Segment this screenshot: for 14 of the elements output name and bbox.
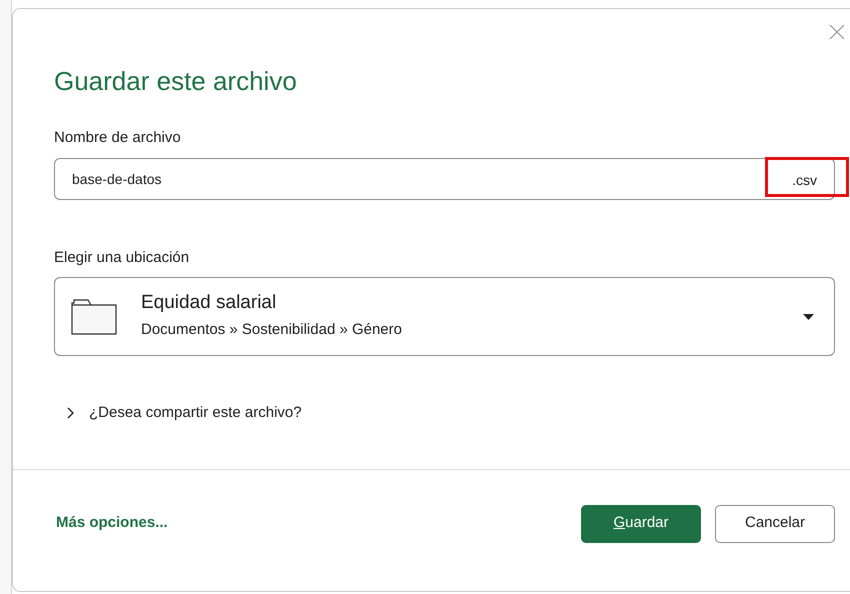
field-label: Elegir una ubicación [54, 248, 190, 268]
close-icon[interactable] [828, 23, 846, 41]
cancel-button[interactable]: Cancelar [715, 504, 835, 542]
save-button[interactable]: Guardar [581, 504, 701, 542]
caret-icon [803, 314, 814, 320]
field-label: Nombre de archivo [54, 128, 181, 148]
file-extension: .csv [792, 170, 817, 190]
location-path: Documentos » Sostenibilidad » Género [141, 320, 402, 340]
more-options-link[interactable]: Más opciones... [56, 512, 168, 535]
share-expander[interactable]: ¿Desea compartir este archivo? [67, 402, 302, 424]
location-dropdown[interactable]: Equidad salarial Documentos » Sostenibilidad » Género [54, 277, 835, 356]
folder-icon [71, 298, 117, 334]
location-name: Equidad salarial [141, 291, 276, 316]
dialog-title: Guardar este archivo [54, 65, 298, 97]
